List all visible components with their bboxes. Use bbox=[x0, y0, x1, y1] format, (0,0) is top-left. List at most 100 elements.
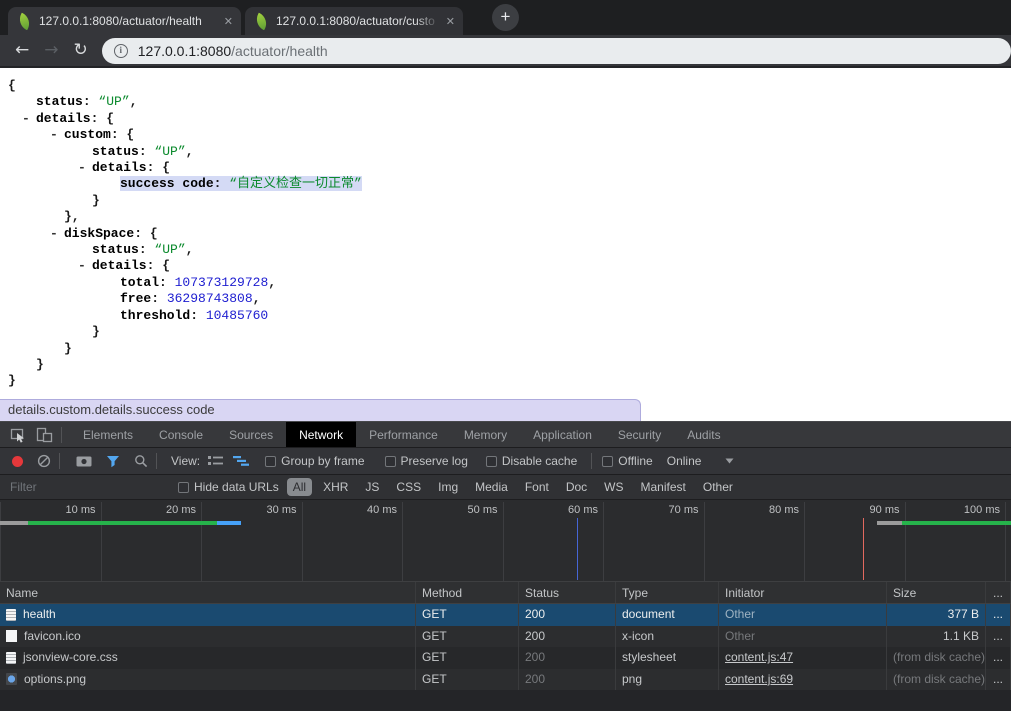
hide-data-urls-checkbox[interactable]: Hide data URLs bbox=[178, 480, 279, 494]
tab-close-icon[interactable]: ✕ bbox=[446, 15, 455, 28]
clear-icon[interactable] bbox=[37, 454, 51, 468]
new-tab-button[interactable]: + bbox=[492, 4, 519, 31]
network-toolbar: View: Group by frame Preserve log Disabl… bbox=[0, 448, 1011, 475]
request-type: stylesheet bbox=[616, 647, 719, 669]
timeline-gridline bbox=[0, 502, 1, 581]
offline-label: Offline bbox=[618, 454, 652, 468]
filter-type-all[interactable]: All bbox=[287, 478, 312, 496]
screenshot-icon[interactable] bbox=[76, 455, 92, 467]
filter-type-manifest[interactable]: Manifest bbox=[635, 478, 692, 496]
devtools-tab-audits[interactable]: Audits bbox=[674, 422, 733, 447]
record-icon[interactable] bbox=[12, 456, 23, 467]
timeline-tick-label: 10 ms bbox=[66, 504, 96, 516]
filter-type-other[interactable]: Other bbox=[697, 478, 739, 496]
checkbox-icon[interactable] bbox=[385, 456, 396, 467]
json-line: status: “UP”, bbox=[0, 242, 1011, 258]
preserve-log-checkbox[interactable]: Preserve log bbox=[385, 454, 468, 468]
address-bar[interactable]: i 127.0.0.1:8080 /actuator/health bbox=[102, 38, 1011, 64]
tab-close-icon[interactable]: ✕ bbox=[224, 15, 233, 28]
filter-type-font[interactable]: Font bbox=[519, 478, 555, 496]
devtools-tab-performance[interactable]: Performance bbox=[356, 422, 451, 447]
column-header-initiator[interactable]: Initiator bbox=[719, 582, 887, 603]
json-line: } bbox=[0, 357, 1011, 373]
network-overview-timeline[interactable]: 10 ms20 ms30 ms40 ms50 ms60 ms70 ms80 ms… bbox=[0, 500, 1011, 582]
back-icon[interactable]: ← bbox=[15, 42, 29, 59]
overview-waterfall-bar bbox=[0, 521, 28, 525]
waterfall-view-icon[interactable] bbox=[233, 455, 249, 467]
request-initiator[interactable]: content.js:69 bbox=[719, 669, 887, 691]
checkbox-icon[interactable] bbox=[265, 456, 276, 467]
filter-type-ws[interactable]: WS bbox=[598, 478, 629, 496]
request-size: 1.1 KB bbox=[887, 626, 986, 648]
checkbox-icon[interactable] bbox=[178, 482, 189, 493]
network-request-row[interactable]: healthGET200documentOther377 B... bbox=[0, 604, 1011, 626]
json-line: -details: { bbox=[0, 258, 1011, 274]
network-request-row[interactable]: jsonview-core.cssGET200stylesheetcontent… bbox=[0, 647, 1011, 669]
devtools-tab-sources[interactable]: Sources bbox=[216, 422, 286, 447]
column-header-name[interactable]: Name bbox=[0, 582, 416, 603]
filter-type-img[interactable]: Img bbox=[432, 478, 464, 496]
disable-cache-checkbox[interactable]: Disable cache bbox=[486, 454, 577, 468]
browser-tab-custom[interactable]: 127.0.0.1:8080/actuator/custo ✕ bbox=[245, 7, 463, 35]
spring-leaf-favicon bbox=[16, 12, 34, 30]
filter-type-js[interactable]: JS bbox=[359, 478, 385, 496]
devtools-tab-application[interactable]: Application bbox=[520, 422, 605, 447]
filter-type-xhr[interactable]: XHR bbox=[317, 478, 354, 496]
list-view-icon[interactable] bbox=[208, 455, 223, 467]
filter-type-doc[interactable]: Doc bbox=[560, 478, 593, 496]
request-initiator: Other bbox=[719, 604, 887, 626]
search-icon[interactable] bbox=[134, 454, 148, 468]
json-collapse-icon[interactable]: - bbox=[50, 127, 58, 143]
json-collapse-icon[interactable]: - bbox=[50, 226, 58, 242]
devtools-tab-security[interactable]: Security bbox=[605, 422, 674, 447]
network-request-row[interactable]: favicon.icoGET200x-iconOther1.1 KB... bbox=[0, 626, 1011, 648]
devtools-tab-network[interactable]: Network bbox=[286, 422, 356, 447]
group-by-frame-checkbox[interactable]: Group by frame bbox=[265, 454, 364, 468]
throttling-dropdown[interactable]: Online bbox=[667, 454, 735, 468]
column-header-status[interactable]: Status bbox=[519, 582, 616, 603]
filter-input[interactable]: Filter bbox=[10, 480, 178, 494]
json-line: }, bbox=[0, 209, 1011, 225]
column-header-size[interactable]: Size bbox=[887, 582, 986, 603]
column-header-[interactable]: ... bbox=[986, 582, 1011, 603]
view-label: View: bbox=[171, 454, 200, 468]
forward-icon: → bbox=[44, 42, 58, 59]
url-host: 127.0.0.1:8080 bbox=[138, 43, 231, 59]
request-waterfall-more: ... bbox=[986, 647, 1011, 669]
browser-tab-health[interactable]: 127.0.0.1:8080/actuator/health ✕ bbox=[8, 7, 241, 35]
device-toolbar-icon[interactable] bbox=[36, 427, 53, 443]
inspect-element-icon[interactable] bbox=[10, 427, 26, 443]
checkbox-icon[interactable] bbox=[486, 456, 497, 467]
request-initiator[interactable]: content.js:47 bbox=[719, 647, 887, 669]
json-highlighted-pair[interactable]: success code: “自定义检查一切正常” bbox=[120, 176, 362, 191]
json-line: } bbox=[0, 373, 1011, 389]
page-info-icon[interactable]: i bbox=[114, 44, 128, 58]
browser-toolbar: ← → ↻ i 127.0.0.1:8080 /actuator/health bbox=[0, 35, 1011, 67]
json-collapse-icon[interactable]: - bbox=[78, 258, 86, 274]
devtools-tab-bar: ElementsConsoleSourcesNetworkPerformance… bbox=[0, 421, 1011, 448]
filter-type-css[interactable]: CSS bbox=[390, 478, 427, 496]
devtools-tab-elements[interactable]: Elements bbox=[70, 422, 146, 447]
devtools-tab-memory[interactable]: Memory bbox=[451, 422, 520, 447]
requests-table-body: healthGET200documentOther377 B...favicon… bbox=[0, 604, 1011, 690]
timeline-tick-label: 50 ms bbox=[468, 504, 498, 516]
devtools-tab-console[interactable]: Console bbox=[146, 422, 216, 447]
browser-tab-strip: 127.0.0.1:8080/actuator/health ✕ 127.0.0… bbox=[0, 0, 1011, 35]
json-collapse-icon[interactable]: - bbox=[22, 111, 30, 127]
request-type: document bbox=[616, 604, 719, 626]
request-name: favicon.ico bbox=[24, 626, 81, 648]
filter-type-media[interactable]: Media bbox=[469, 478, 514, 496]
checkbox-icon[interactable] bbox=[602, 456, 613, 467]
json-collapse-icon[interactable]: - bbox=[78, 160, 86, 176]
column-header-method[interactable]: Method bbox=[416, 582, 519, 603]
offline-checkbox[interactable]: Offline bbox=[602, 454, 652, 468]
domcontentloaded-marker bbox=[577, 518, 578, 580]
network-request-row[interactable]: options.pngGET200pngcontent.js:69(from d… bbox=[0, 669, 1011, 691]
group-by-frame-label: Group by frame bbox=[281, 454, 364, 468]
request-size: (from disk cache) bbox=[887, 669, 986, 691]
column-header-type[interactable]: Type bbox=[616, 582, 719, 603]
timeline-tick-label: 60 ms bbox=[568, 504, 598, 516]
timeline-gridline bbox=[704, 502, 705, 581]
filter-funnel-icon[interactable] bbox=[106, 455, 120, 468]
reload-icon[interactable]: ↻ bbox=[74, 42, 88, 59]
